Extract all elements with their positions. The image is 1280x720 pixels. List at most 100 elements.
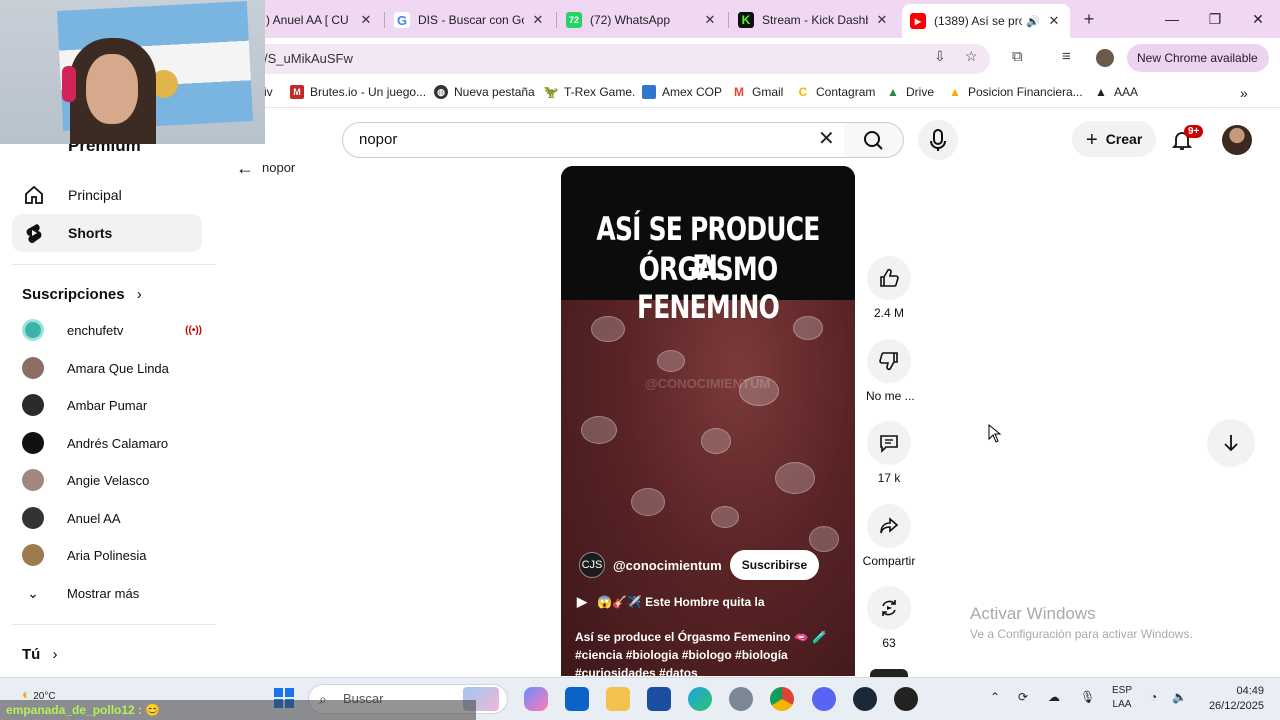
sync-icon[interactable]: ⟳ [1018,690,1028,704]
media-controls-icon[interactable]: ≡ [1062,48,1071,65]
bookmark-item[interactable]: C Contagram [796,85,875,99]
bookmark-item[interactable]: 🦖 T-Rex Game. [544,85,635,99]
channel-name: Andrés Calamaro [67,435,169,451]
sidebar-item-shorts[interactable]: Shorts [12,214,202,252]
subscription-item[interactable]: enchufetv ((•)) [22,312,202,348]
tray-chevron-icon[interactable]: ⌃ [990,690,1000,704]
voice-search-button[interactable] [918,120,958,160]
onedrive-icon[interactable]: ☁ [1048,690,1060,704]
system-clock[interactable]: 04:49 26/12/2025 [1206,684,1264,714]
tab-youtube-active[interactable]: ▶ (1389) Así se prod 🔊 ✕ [902,4,1070,38]
speaker-icon[interactable]: 🔊 [1026,15,1040,28]
subscription-item[interactable]: Anuel AA [22,500,202,536]
channel-handle[interactable]: @conocimientum [613,558,722,573]
edge-icon[interactable] [688,687,712,711]
sidebar-item-label: Shorts [68,225,113,241]
bookmark-item[interactable]: Amex COP [642,85,722,99]
extensions-icon[interactable]: ⧉ [1012,48,1023,65]
comments-button[interactable] [867,421,911,465]
new-chrome-available-button[interactable]: New Chrome available ⋮ [1127,44,1269,93]
drive-icon: ▲ [948,85,962,99]
steam-icon[interactable] [853,687,877,711]
tab-google[interactable]: G DIS - Buscar con Goo ✕ [386,6,554,34]
tab-whatsapp[interactable]: 72 (72) WhatsApp ✕ [558,6,726,34]
bookmark-star-icon[interactable]: ☆ [965,48,978,65]
store-icon[interactable] [647,687,671,711]
remix-icon [882,600,896,616]
bookmark-item[interactable]: ◍ Nueva pestaña [434,85,535,99]
subscriptions-header[interactable]: Suscripciones › [22,286,142,303]
bookmark-item[interactable]: M Gmail [732,85,783,99]
music-row[interactable]: ▶ 😱🎸✈️ Este Hombre quita la [577,594,765,610]
more-bookmarks-icon[interactable]: » [1240,85,1248,101]
bookmark-item[interactable]: ▲ Drive [886,85,934,99]
short-video-player[interactable]: ASÍ SE PRODUCE EL ÓRGASMO FENEMINO @CONO… [561,166,855,676]
microphone-tray-icon[interactable]: 🎙 [1080,690,1095,704]
clear-search-icon[interactable]: ✕ [818,128,835,150]
create-button[interactable]: + Crear [1072,121,1156,157]
wifi-icon[interactable]: ◔ [1150,690,1157,704]
search-button[interactable] [844,122,904,158]
language-indicator[interactable]: ESP LAA [1112,684,1132,712]
close-tab-icon[interactable]: ✕ [530,12,546,28]
sidebar-item-principal[interactable]: Principal [12,176,202,214]
close-tab-icon[interactable]: ✕ [874,12,890,28]
sound-thumbnail[interactable] [870,669,908,677]
close-window-button[interactable]: ✕ [1238,6,1278,32]
file-explorer-icon[interactable] [606,687,630,711]
close-tab-icon[interactable]: ✕ [358,12,374,28]
share-button[interactable] [867,504,911,548]
settings-icon[interactable] [729,687,753,711]
close-tab-icon[interactable]: ✕ [1046,13,1062,29]
tab-kick[interactable]: K Stream - Kick Dashbo ✕ [730,6,898,34]
account-avatar[interactable] [1222,125,1252,155]
subscription-item[interactable]: Angie Velasco [22,462,202,498]
discord-icon[interactable] [812,687,836,711]
bookmark-item[interactable]: ▲ AAA [1094,85,1138,99]
bookmark-item[interactable]: ▲ Posicion Financiera... [948,85,1083,99]
show-more-button[interactable]: ⌄ Mostrar más [22,575,202,611]
subscription-item[interactable]: Andrés Calamaro [22,425,202,461]
home-icon [22,184,46,206]
bookmark-label: Gmail [752,85,784,99]
dislike-button[interactable] [867,339,911,383]
webcam-overlay [0,0,265,144]
cell-shape [809,526,839,552]
close-tab-icon[interactable]: ✕ [702,12,718,28]
like-button[interactable] [867,256,911,300]
address-bar[interactable]: /S_uMikAuSFw [250,44,990,74]
chrome-icon[interactable] [770,687,794,711]
maximize-button[interactable]: ❐ [1195,6,1235,32]
search-input[interactable]: nopor [342,122,845,158]
back-arrow-icon[interactable]: ← [236,158,254,179]
minimize-button[interactable]: — [1152,6,1192,32]
subscribe-button[interactable]: Suscribirse [729,550,820,580]
you-section-header[interactable]: Tú › [22,646,58,663]
bookmark-label: T-Rex Game. [564,85,636,99]
copilot-icon[interactable] [524,687,548,711]
subscription-item[interactable]: Aria Polinesia [22,537,202,573]
bookmark-item[interactable]: M Brutes.io - Un juego... [290,85,426,99]
tab-title: (72) WhatsApp [590,13,671,27]
outlook-icon[interactable] [565,687,589,711]
subscription-item[interactable]: Amara Que Linda [22,350,202,386]
description-hashtags: #ciencia #biologia #biologo #biología [575,648,788,662]
volume-icon[interactable]: 🔈 [1172,690,1187,704]
aaa-icon: ▲ [1094,85,1108,99]
subscription-item[interactable]: Ambar Pumar [22,387,202,423]
bookmark-item[interactable]: iv [264,85,273,99]
obs-icon[interactable] [894,687,918,711]
tab-anuel[interactable]: ) Anuel AA [ CU ✕ [258,6,382,34]
remix-button[interactable] [867,586,911,630]
profile-avatar[interactable] [1096,49,1114,67]
channel-avatar [22,357,44,379]
video-description[interactable]: Así se produce el Órgasmo Femenino 🫦 🧪 #… [575,628,845,676]
install-app-icon[interactable]: ⇩ [934,48,946,65]
like-count: 2.4 M [873,306,904,320]
channel-avatar [22,319,44,341]
next-short-button[interactable] [1207,419,1255,467]
new-tab-button[interactable]: + [1078,8,1100,30]
thumbs-up-icon [880,268,899,287]
drive-icon: ▲ [886,85,900,99]
channel-logo[interactable]: CJS [579,552,605,578]
